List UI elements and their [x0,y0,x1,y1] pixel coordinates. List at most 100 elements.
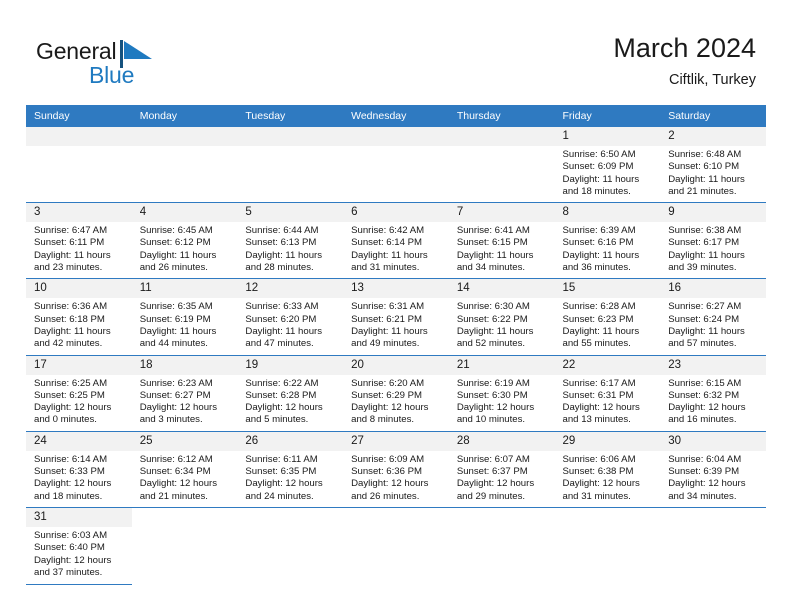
day-daylight-line: Daylight: 12 hours [34,478,112,490]
day-sun-info: Sunrise: 6:42 AM Sunset: 6:14 PM Daylight:… [343,222,449,278]
general-blue-logo[interactable]: General Blue [36,38,186,90]
day-sunset-line: Sunset: 6:36 PM [351,466,423,478]
day-daylight-line: Daylight: 12 hours [562,402,640,414]
day-sun-info: Sunrise: 6:45 AM Sunset: 6:12 PM Daylight:… [132,222,238,278]
day-sunset-line: Sunset: 6:21 PM [351,313,423,325]
day-sun-info: Sunrise: 6:48 AM Sunset: 6:10 PM Daylight:… [660,146,766,202]
calendar-day-cell[interactable]: 31 Sunrise: 6:03 AM Sunset: 6:40 PM Dayligh… [26,507,132,585]
day-number: 1 [554,127,661,146]
calendar-day-cell[interactable]: 13 Sunrise: 6:31 AM Sunset: 6:21 PM Dayligh… [343,278,449,356]
day-sunset-line: Sunset: 6:14 PM [351,237,423,249]
day-sunset-line: Sunset: 6:29 PM [351,389,423,401]
calendar-day-cell[interactable]: 12 Sunrise: 6:33 AM Sunset: 6:20 PM Dayligh… [237,278,344,356]
page-title: March 2024 [613,33,756,63]
day-sunrise-line: Sunrise: 6:44 AM [245,225,319,237]
day-number: 5 [237,203,344,223]
day-daylight-line: and 57 minutes. [668,338,737,350]
day-daylight-line: and 8 minutes. [351,414,415,426]
calendar-day-cell[interactable]: 24 Sunrise: 6:14 AM Sunset: 6:33 PM Dayligh… [26,431,132,508]
calendar-day-cell[interactable]: 22 Sunrise: 6:17 AM Sunset: 6:31 PM Dayligh… [554,355,661,432]
day-sunrise-line: Sunrise: 6:38 AM [668,225,742,237]
day-daylight-line: and 49 minutes. [351,338,420,350]
calendar-day-cell[interactable]: 20 Sunrise: 6:20 AM Sunset: 6:29 PM Dayligh… [343,355,449,432]
calendar-day-cell[interactable]: 27 Sunrise: 6:09 AM Sunset: 6:36 PM Dayligh… [343,431,449,508]
calendar-day-cell[interactable]: 8 Sunrise: 6:39 AM Sunset: 6:16 PM Daylight… [554,202,661,280]
day-number: 10 [26,279,132,299]
day-sunrise-line: Sunrise: 6:06 AM [562,453,636,465]
day-number [343,127,449,146]
day-sunset-line: Sunset: 6:35 PM [245,466,317,478]
calendar-day-cell[interactable]: 15 Sunrise: 6:28 AM Sunset: 6:23 PM Dayligh… [554,278,661,356]
day-sun-info: Sunrise: 6:19 AM Sunset: 6:30 PM Daylight:… [449,375,555,431]
calendar-day-cell[interactable]: 10 Sunrise: 6:36 AM Sunset: 6:18 PM Dayligh… [26,278,132,356]
day-sunset-line: Sunset: 6:32 PM [668,389,740,401]
day-sunset-line: Sunset: 6:13 PM [245,237,317,249]
day-number: 15 [554,279,661,299]
day-daylight-line: Daylight: 12 hours [34,554,112,566]
day-daylight-line: Daylight: 11 hours [351,325,428,337]
day-daylight-line: Daylight: 12 hours [139,478,218,490]
day-daylight-line: and 42 minutes. [34,338,103,350]
day-number: 11 [131,279,238,299]
day-sun-info: Sunrise: 6:04 AM Sunset: 6:39 PM Daylight:… [660,451,766,507]
calendar-day-cell[interactable]: 25 Sunrise: 6:12 AM Sunset: 6:34 PM Dayligh… [131,431,238,508]
calendar-day-cell[interactable]: 30 Sunrise: 6:04 AM Sunset: 6:39 PM Dayligh… [660,431,766,508]
calendar-day-cell[interactable]: 16 Sunrise: 6:27 AM Sunset: 6:24 PM Dayligh… [660,278,766,356]
day-daylight-line: Daylight: 11 hours [139,325,217,337]
calendar-week-row: 31 Sunrise: 6:03 AM Sunset: 6:40 PM Dayligh… [26,507,766,585]
calendar-day-cell[interactable]: 5 Sunrise: 6:44 AM Sunset: 6:13 PM Daylight… [237,202,344,280]
weekday-header-monday: Monday [131,105,238,127]
day-number: 8 [554,203,661,223]
day-daylight-line: Daylight: 11 hours [34,249,111,261]
day-daylight-line: Daylight: 12 hours [562,478,640,490]
day-daylight-line: and 44 minutes. [139,338,208,350]
weekday-header-wednesday: Wednesday [343,105,449,127]
calendar-day-cell[interactable]: 26 Sunrise: 6:11 AM Sunset: 6:35 PM Dayligh… [237,431,344,508]
calendar-cell-empty [448,127,555,204]
day-daylight-line: Daylight: 12 hours [456,402,535,414]
calendar-day-cell[interactable]: 1 Sunrise: 6:50 AM Sunset: 6:09 PM Daylight… [554,127,661,204]
calendar-day-cell[interactable]: 14 Sunrise: 6:30 AM Sunset: 6:22 PM Dayligh… [448,278,555,356]
day-sunrise-line: Sunrise: 6:15 AM [668,377,742,389]
calendar-day-cell[interactable]: 19 Sunrise: 6:22 AM Sunset: 6:28 PM Dayligh… [237,355,344,432]
calendar-cell-blank [448,507,555,585]
calendar-day-cell[interactable]: 28 Sunrise: 6:07 AM Sunset: 6:37 PM Dayligh… [448,431,555,508]
day-sun-info: Sunrise: 6:12 AM Sunset: 6:34 PM Daylight:… [132,451,238,507]
calendar-day-cell[interactable]: 21 Sunrise: 6:19 AM Sunset: 6:30 PM Dayligh… [448,355,555,432]
calendar-week-row: 3 Sunrise: 6:47 AM Sunset: 6:11 PM Daylight… [26,202,766,280]
day-daylight-line: Daylight: 12 hours [139,402,218,414]
calendar-day-cell[interactable]: 2 Sunrise: 6:48 AM Sunset: 6:10 PM Daylight… [660,127,766,204]
day-sunrise-line: Sunrise: 6:23 AM [139,377,213,389]
calendar-day-cell[interactable]: 23 Sunrise: 6:15 AM Sunset: 6:32 PM Dayligh… [660,355,766,432]
calendar-cell-blank [660,507,766,585]
calendar-day-cell[interactable]: 29 Sunrise: 6:06 AM Sunset: 6:38 PM Dayligh… [554,431,661,508]
day-number: 28 [448,431,555,451]
calendar-day-cell[interactable]: 9 Sunrise: 6:38 AM Sunset: 6:17 PM Daylight… [660,202,766,280]
day-daylight-line: and 26 minutes. [351,490,420,502]
calendar-day-cell[interactable]: 4 Sunrise: 6:45 AM Sunset: 6:12 PM Daylight… [131,202,238,280]
day-number: 24 [26,431,132,451]
calendar-day-cell[interactable]: 18 Sunrise: 6:23 AM Sunset: 6:27 PM Dayligh… [131,355,238,432]
day-sunset-line: Sunset: 6:17 PM [668,237,740,249]
day-number: 12 [237,279,344,299]
day-sun-info: Sunrise: 6:47 AM Sunset: 6:11 PM Daylight:… [26,222,132,278]
calendar-day-cell[interactable]: 7 Sunrise: 6:41 AM Sunset: 6:15 PM Daylight… [448,202,555,280]
day-number: 21 [448,355,555,375]
day-sunset-line: Sunset: 6:12 PM [139,237,211,249]
day-daylight-line: Daylight: 12 hours [245,402,323,414]
day-sunrise-line: Sunrise: 6:39 AM [562,225,636,237]
calendar-day-cell[interactable]: 6 Sunrise: 6:42 AM Sunset: 6:14 PM Daylight… [343,202,449,280]
day-sunset-line: Sunset: 6:09 PM [562,161,634,173]
day-number: 20 [343,355,449,375]
calendar-day-cell[interactable]: 11 Sunrise: 6:35 AM Sunset: 6:19 PM Dayligh… [131,278,238,356]
day-number: 9 [660,203,766,223]
calendar-day-cell[interactable]: 17 Sunrise: 6:25 AM Sunset: 6:25 PM Dayligh… [26,355,132,432]
day-number: 22 [554,355,661,375]
calendar-day-cell[interactable]: 3 Sunrise: 6:47 AM Sunset: 6:11 PM Daylight… [26,202,132,280]
day-sun-info: Sunrise: 6:15 AM Sunset: 6:32 PM Daylight:… [660,375,766,431]
day-sun-info: Sunrise: 6:03 AM Sunset: 6:40 PM Daylight:… [26,527,132,583]
day-number: 14 [448,279,555,299]
sunrise-sunset-calendar: Sunday Monday Tuesday Wednesday Thursday… [26,105,766,585]
day-sun-info: Sunrise: 6:25 AM Sunset: 6:25 PM Daylight:… [26,375,132,431]
day-daylight-line: and 34 minutes. [668,490,737,502]
